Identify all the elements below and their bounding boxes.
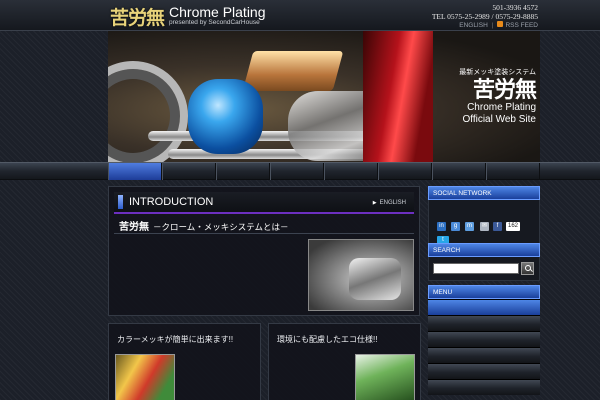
social-network-title: SOCIAL NETWORK — [428, 186, 540, 200]
contact-info: 501-3936 4572 TEL 0575-25-2989 / 0575-29… — [432, 3, 538, 21]
mixi-icon[interactable]: m — [465, 222, 474, 231]
menu-title: MENU — [428, 285, 540, 299]
intro-subtitle: 苦労無 －クローム・メッキシステムとは－ — [119, 218, 289, 233]
search-widget: SEARCH — [428, 243, 540, 281]
nav-item[interactable] — [378, 163, 432, 180]
rss-link[interactable]: RSS FEED — [497, 21, 538, 29]
site-header: 苦労無 Chrome Plating presented by SecondCa… — [0, 0, 600, 31]
hero-title-line2: Official Web Site — [462, 114, 536, 125]
link-separator: | — [491, 21, 494, 29]
search-button[interactable] — [521, 262, 534, 275]
intro-subtitle-text: －クローム・メッキシステムとは－ — [153, 222, 289, 232]
engine-cylinder — [349, 258, 401, 300]
hero-blue-caliper — [188, 79, 263, 154]
feature-card-eco: 環境にも配慮したエコ仕様!! — [268, 323, 421, 400]
rss-icon — [497, 21, 504, 27]
nav-item[interactable] — [216, 163, 270, 180]
menu-item[interactable] — [428, 299, 540, 315]
hero-kanji: 苦労無 — [472, 77, 537, 103]
google-icon[interactable]: g — [451, 222, 460, 231]
english-link[interactable]: ENGLISH — [459, 22, 488, 29]
heading-bar-icon — [118, 195, 123, 209]
hero-gold-part — [242, 51, 344, 91]
intro-english-link[interactable]: ENGLISH — [373, 200, 406, 206]
menu-item[interactable] — [428, 363, 540, 379]
card-title: 環境にも配慮したエコ仕様!! — [277, 335, 378, 344]
intro-subtitle-kanji: 苦労無 — [119, 222, 149, 233]
divider — [114, 233, 414, 234]
menu-item[interactable] — [428, 315, 540, 331]
logo-kanji: 苦労無 — [110, 6, 165, 29]
mail-icon[interactable]: ✉ — [480, 222, 489, 231]
contact-postal: 501-3936 4572 — [492, 3, 538, 12]
hero-banner: 最新メッキ塗装システム 苦労無 Chrome Plating Official … — [108, 31, 540, 162]
search-input[interactable] — [433, 263, 519, 274]
hero-wheel — [108, 61, 188, 162]
rss-link-label: RSS FEED — [505, 22, 538, 29]
facebook-icon[interactable]: f — [493, 222, 502, 231]
card-photo — [355, 354, 415, 400]
feature-card-color: カラーメッキが簡単に出来ます!! — [108, 323, 261, 400]
site-logo[interactable]: 苦労無 Chrome Plating presented by SecondCa… — [110, 3, 266, 29]
menu-item[interactable] — [428, 379, 540, 395]
facebook-count: 162 — [506, 222, 521, 231]
hero-tagline: 最新メッキ塗装システム — [459, 69, 536, 76]
nav-item[interactable] — [324, 163, 378, 180]
hero-text: 最新メッキ塗装システム 苦労無 Chrome Plating Official … — [459, 69, 537, 125]
hero-title-line1: Chrome Plating — [467, 102, 536, 113]
nav-item[interactable] — [162, 163, 216, 180]
engine-photo — [308, 239, 414, 311]
search-title: SEARCH — [428, 243, 540, 257]
nav-item[interactable] — [108, 163, 162, 180]
menu-widget: MENU — [428, 285, 540, 395]
menu-item[interactable] — [428, 331, 540, 347]
contact-tel: TEL 0575-25-2989 / 0575-29-8885 — [431, 12, 538, 21]
nav-item[interactable] — [432, 163, 486, 180]
nav-item[interactable] — [486, 163, 540, 180]
logo-title: Chrome Plating — [169, 4, 266, 21]
logo-subtitle: presented by SecondCarHouse — [169, 19, 260, 27]
linkedin-icon[interactable]: in — [437, 222, 446, 231]
menu-item[interactable] — [428, 347, 540, 363]
card-photo — [115, 354, 175, 400]
hero-red-frame — [363, 31, 433, 162]
intro-header: INTRODUCTION ENGLISH — [114, 192, 414, 214]
intro-title: INTRODUCTION — [129, 196, 214, 208]
intro-panel: INTRODUCTION ENGLISH 苦労無 －クローム・メッキシステムとは－ — [108, 186, 420, 316]
nav-item[interactable] — [270, 163, 324, 180]
social-network-widget: SOCIAL NETWORK in g m ✉ f 162 t — [428, 186, 540, 245]
top-links: ENGLISH | RSS FEED — [459, 21, 538, 29]
main-nav — [0, 162, 600, 180]
card-title: カラーメッキが簡単に出来ます!! — [117, 335, 234, 344]
